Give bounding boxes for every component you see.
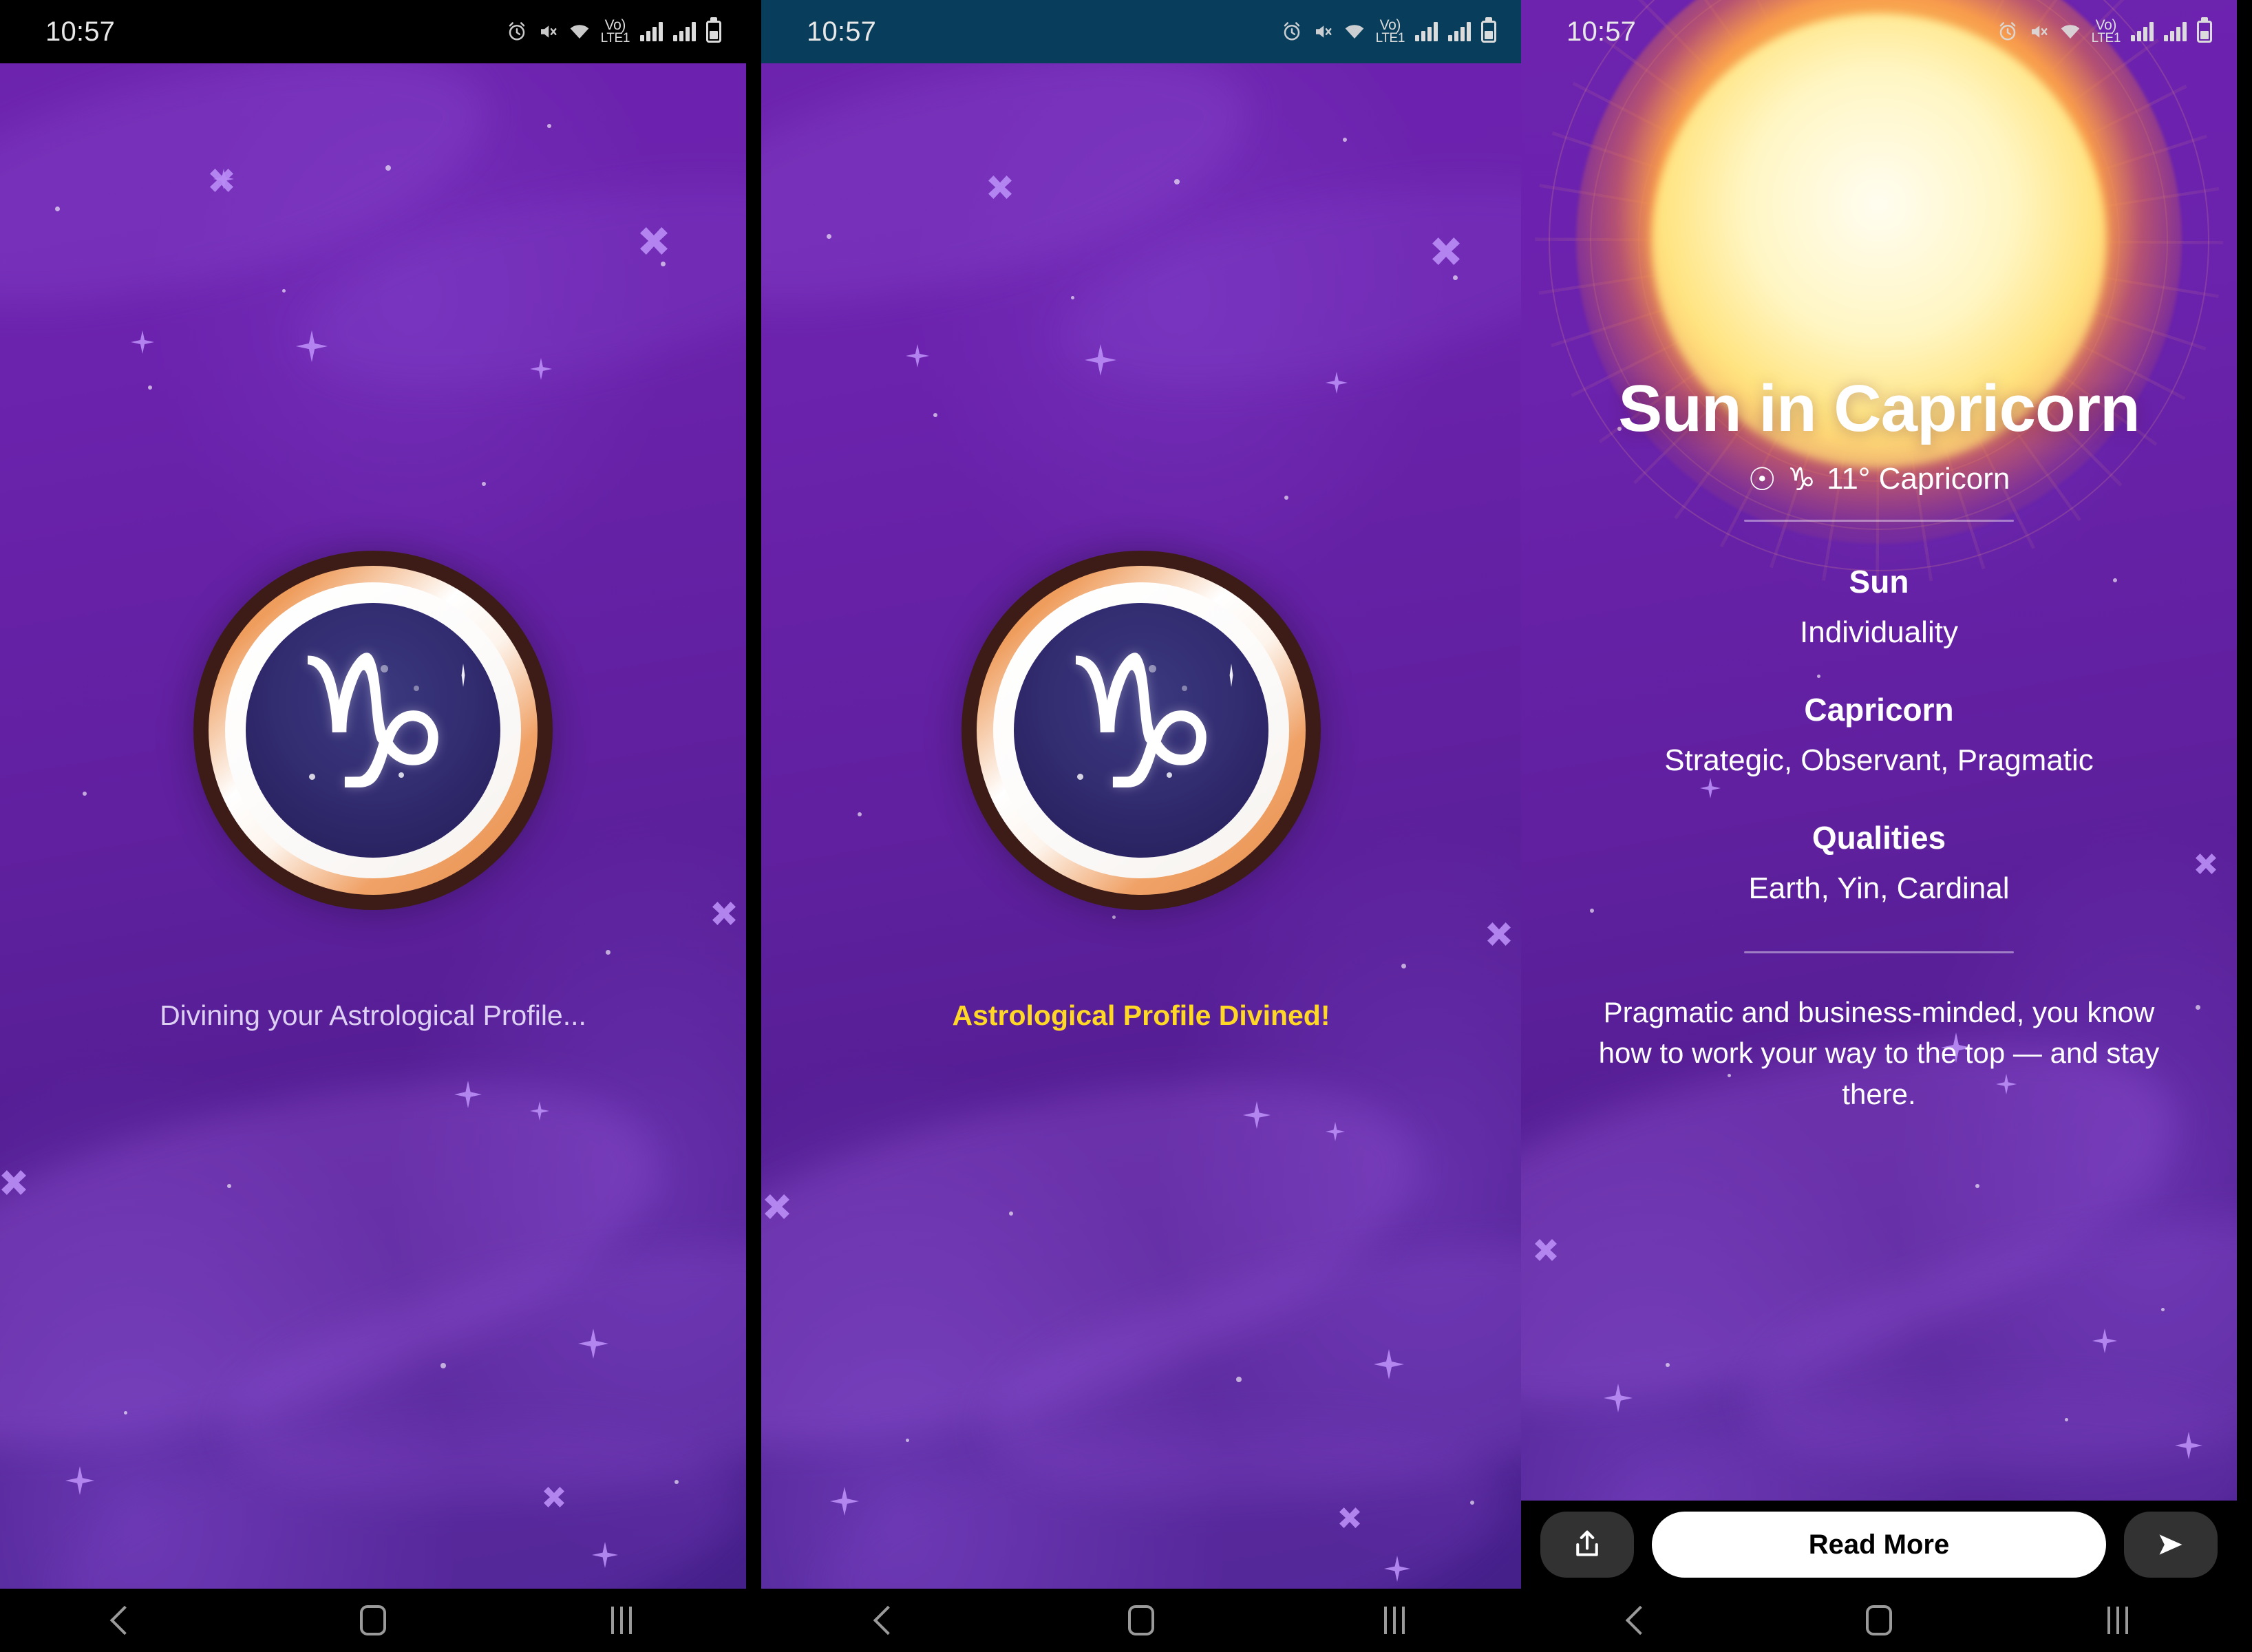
- android-nav-bar: [0, 1589, 746, 1652]
- detail-content: Sun in Capricorn ☉ ♑ 11° Capricorn Sun I…: [1521, 374, 2237, 1115]
- battery-icon: [2197, 21, 2212, 43]
- battery-icon: [706, 21, 721, 43]
- mute-icon: [1315, 25, 1332, 38]
- action-bar: Read More: [1521, 1501, 2237, 1589]
- home-icon: [359, 1605, 386, 1635]
- signal-icon-2: [673, 22, 696, 41]
- recents-button[interactable]: [1343, 1589, 1446, 1652]
- status-bar: 10:57 Vo) LTE1: [0, 0, 746, 63]
- signal-icon: [1415, 22, 1438, 41]
- home-button[interactable]: [1090, 1589, 1193, 1652]
- alarm-icon: [509, 22, 524, 41]
- back-button[interactable]: [73, 1589, 176, 1652]
- volte-icon: Vo) LTE1: [1375, 17, 1405, 45]
- screen-loaded: 10:57 Vo) LTE1 ♑ Astrological Profile Di…: [761, 0, 1521, 1652]
- battery-icon: [1481, 21, 1496, 43]
- header-divider: [1744, 519, 2014, 522]
- zodiac-medallion: ♑: [193, 551, 553, 910]
- home-button[interactable]: [321, 1589, 425, 1652]
- section-title: Sun: [1849, 563, 1909, 600]
- triple-screenshot-composite: 10:57 Vo) LTE1 ♑ Divining your Astrologi…: [0, 0, 2252, 1652]
- wifi-icon: [2061, 25, 2079, 39]
- share-button[interactable]: [1540, 1512, 1634, 1578]
- page-title: Sun in Capricorn: [1618, 372, 2140, 445]
- zodiac-glyph: ♑: [290, 617, 456, 832]
- status-icon-group: Vo) LTE1: [507, 16, 721, 47]
- section-value: Strategic, Observant, Pragmatic: [1664, 743, 2094, 777]
- status-bar: 10:57 Vo) LTE1: [761, 0, 1521, 63]
- chevron-left-icon: [1626, 1605, 1655, 1635]
- volte-icon: Vo) LTE1: [600, 17, 630, 45]
- android-nav-bar: [761, 1589, 1521, 1652]
- section-sun: Sun Individuality: [1558, 563, 2200, 650]
- volte-icon: Vo) LTE1: [2091, 17, 2121, 45]
- section-value: Individuality: [1800, 615, 1958, 649]
- section-title: Capricorn: [1804, 691, 1954, 728]
- recents-icon: [1384, 1607, 1405, 1634]
- status-time: 10:57: [45, 16, 116, 47]
- next-button[interactable]: [2124, 1512, 2218, 1578]
- share-icon: [1576, 1530, 1598, 1556]
- section-qualities: Qualities Earth, Yin, Cardinal: [1558, 819, 2200, 906]
- signal-icon-2: [1448, 22, 1471, 41]
- description-text: Pragmatic and business-minded, you know …: [1598, 995, 2160, 1111]
- panel-divider: [746, 0, 761, 1652]
- back-button[interactable]: [836, 1589, 939, 1652]
- status-bar: 10:57 Vo) LTE1: [1521, 0, 2237, 63]
- signal-icon: [640, 22, 663, 41]
- section-value: Earth, Yin, Cardinal: [1748, 871, 2010, 905]
- status-icon-group: Vo) LTE1: [1282, 16, 1496, 47]
- chevron-left-icon: [109, 1605, 139, 1635]
- home-icon: [1865, 1605, 1892, 1635]
- screen-loading: 10:57 Vo) LTE1 ♑ Divining your Astrologi…: [0, 0, 746, 1652]
- placement-subtitle: ☉ ♑ 11° Capricorn: [1558, 462, 2200, 496]
- degree-label: 11° Capricorn: [1827, 461, 2010, 496]
- description-divider: [1744, 951, 2014, 953]
- capricorn-symbol-icon: ♑: [1787, 460, 1816, 498]
- sun-symbol-icon: ☉: [1748, 460, 1776, 498]
- section-title: Qualities: [1812, 819, 1946, 856]
- read-more-button[interactable]: Read More: [1652, 1512, 2106, 1578]
- loaded-status-text: Astrological Profile Divined!: [952, 999, 1330, 1031]
- zodiac-medallion: ♑: [962, 551, 1321, 910]
- back-button[interactable]: [1589, 1589, 1692, 1652]
- status-time: 10:57: [1566, 16, 1637, 47]
- screen-detail: 10:57 Vo) LTE1 Sun in Capricorn ☉ ♑ 11° C…: [1521, 0, 2237, 1652]
- recents-icon: [2107, 1607, 2128, 1634]
- send-icon: [2159, 1534, 2182, 1555]
- section-capricorn: Capricorn Strategic, Observant, Pragmati…: [1558, 691, 2200, 778]
- wifi-icon: [1345, 25, 1363, 39]
- home-button[interactable]: [1827, 1589, 1931, 1652]
- loading-status-text: Divining your Astrological Profile...: [160, 999, 586, 1031]
- android-nav-bar: [1521, 1589, 2237, 1652]
- recents-button[interactable]: [570, 1589, 673, 1652]
- mute-icon: [2031, 25, 2048, 38]
- status-time: 10:57: [807, 16, 877, 47]
- recents-icon: [611, 1607, 633, 1634]
- signal-icon: [2131, 22, 2154, 41]
- chevron-left-icon: [873, 1605, 903, 1635]
- mute-icon: [540, 25, 557, 38]
- signal-icon-2: [2164, 22, 2187, 41]
- alarm-icon: [1999, 22, 2015, 41]
- home-icon: [1128, 1605, 1154, 1635]
- alarm-icon: [1284, 22, 1299, 41]
- zodiac-glyph: ♑: [1058, 617, 1224, 832]
- status-icon-group: Vo) LTE1: [1997, 16, 2212, 47]
- recents-button[interactable]: [2066, 1589, 2169, 1652]
- wifi-icon: [570, 25, 588, 39]
